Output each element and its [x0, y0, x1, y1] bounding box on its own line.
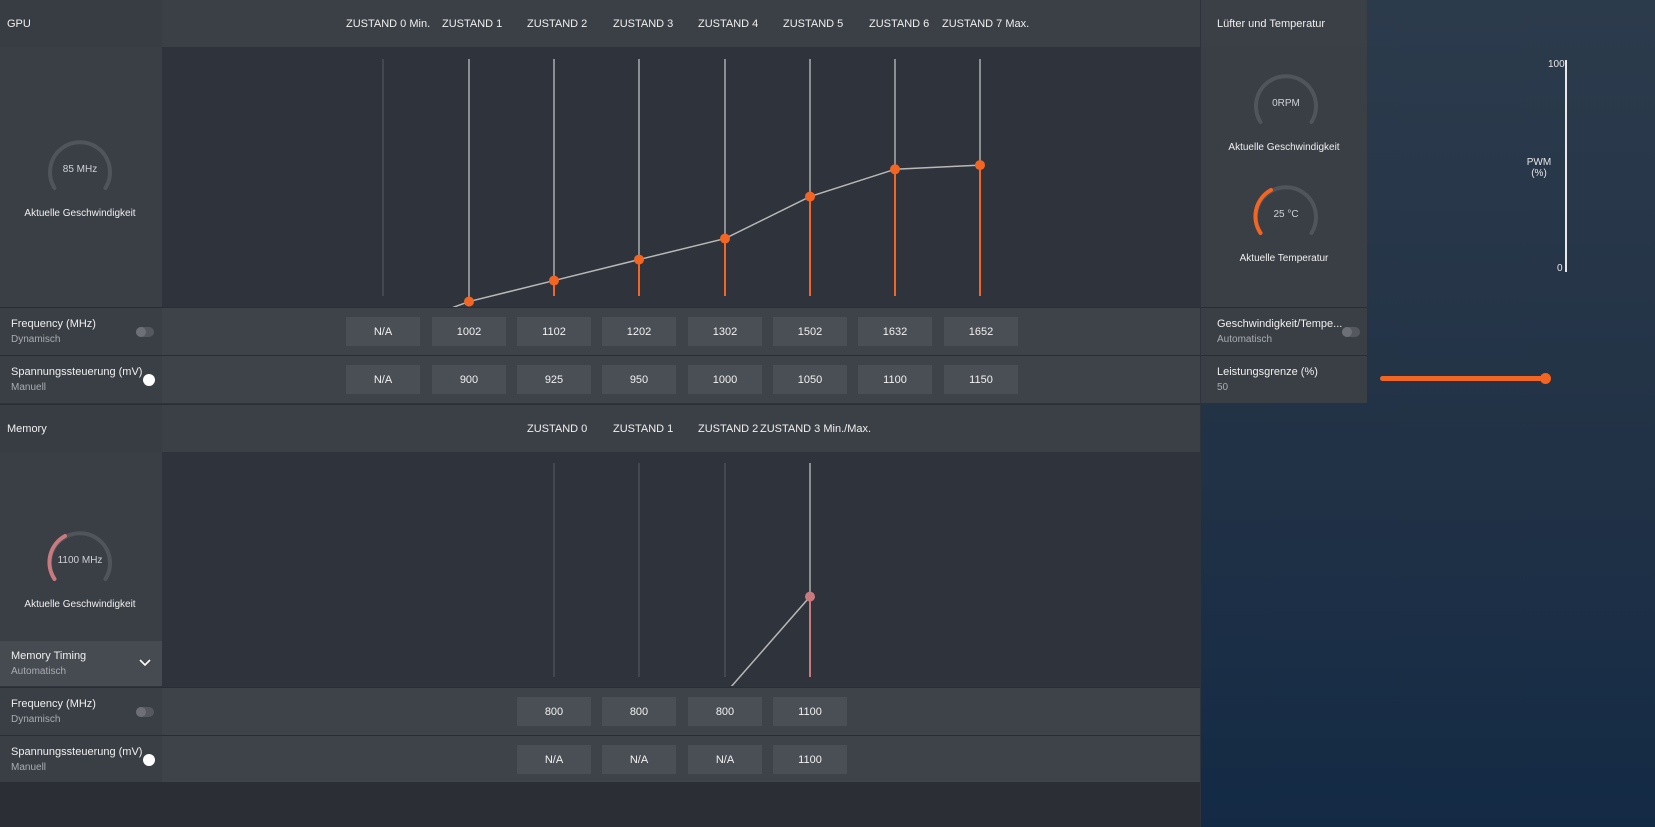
- fan-control-label: Geschwindigkeit/Tempe...: [1217, 318, 1343, 330]
- memory-frequency-value-3[interactable]: 1100: [773, 697, 847, 726]
- memory-voltage-mode: Manuell: [11, 762, 47, 773]
- memory-state-label-2: ZUSTAND 2: [698, 423, 759, 435]
- gpu-frequency-value-1[interactable]: 1002: [432, 317, 506, 346]
- gpu-voltage-value-3[interactable]: 950: [602, 365, 676, 394]
- memory-point-3: [805, 591, 815, 602]
- memory-voltage-label: Spannungssteuerung (mV): [11, 746, 143, 758]
- gpu-point-7: [975, 160, 985, 171]
- gpu-title: GPU: [7, 18, 31, 30]
- memory-frequency-row: Frequency (MHz) Dynamisch 800 800 800 11…: [0, 687, 1200, 735]
- gpu-state-label-1: ZUSTAND 1: [442, 18, 503, 30]
- gpu-state-label-7: ZUSTAND 7 Max.: [942, 18, 1030, 30]
- gpu-state-label-2: ZUSTAND 2: [527, 18, 588, 30]
- gpu-header: GPU ZUSTAND 0 Min. ZUSTAND 1 ZUSTAND 2 Z…: [0, 0, 1200, 47]
- gpu-frequency-mode: Dynamisch: [11, 334, 61, 345]
- gpu-gauge-label: Aktuelle Geschwindigkeit: [24, 208, 136, 219]
- gpu-frequency-value-7[interactable]: 1652: [944, 317, 1018, 346]
- power-limit-slider[interactable]: [1380, 373, 1551, 384]
- gpu-voltage-toggle[interactable]: [143, 374, 155, 386]
- gpu-voltage-value-5[interactable]: 1050: [773, 365, 847, 394]
- memory-state-label-0: ZUSTAND 0: [527, 423, 588, 435]
- memory-voltage-value-0[interactable]: N/A: [517, 745, 591, 774]
- gpu-frequency-value-4[interactable]: 1302: [688, 317, 762, 346]
- gpu-voltage-value-2[interactable]: 925: [517, 365, 591, 394]
- gpu-voltage-value-1[interactable]: 900: [432, 365, 506, 394]
- memory-title: Memory: [7, 423, 47, 435]
- gpu-voltage-value-7[interactable]: 1150: [944, 365, 1018, 394]
- power-limit-row: Leistungsgrenze (%) 50: [1201, 355, 1367, 403]
- gpu-point-1: [464, 296, 474, 307]
- memory-frequency-toggle[interactable]: [136, 707, 154, 717]
- gpu-voltage-row: Spannungssteuerung (mV) Manuell N/A 900 …: [0, 355, 1200, 403]
- memory-timing-dropdown[interactable]: Memory Timing Automatisch: [0, 641, 162, 686]
- gpu-frequency-label: Frequency (MHz): [11, 318, 96, 330]
- fan-control-toggle[interactable]: [1342, 327, 1360, 337]
- gpu-voltage-label: Spannungssteuerung (mV): [11, 366, 143, 378]
- gpu-point-5: [805, 191, 815, 202]
- pwm-min-label: 0: [1557, 263, 1563, 274]
- gpu-frequency-chart: [382, 59, 985, 307]
- memory-gauge-label: Aktuelle Geschwindigkeit: [24, 599, 136, 610]
- gpu-gauge-panel: 85 MHz Aktuelle Geschwindigkeit: [0, 47, 162, 307]
- fan-title: Lüfter und Temperatur: [1217, 18, 1326, 30]
- gpu-state-label-4: ZUSTAND 4: [698, 18, 759, 30]
- gpu-state-label-0: ZUSTAND 0 Min.: [346, 18, 431, 30]
- gpu-state-label-6: ZUSTAND 6: [869, 18, 930, 30]
- pwm-axis-label: PWM (%): [1526, 157, 1552, 179]
- memory-state-label-1: ZUSTAND 1: [613, 423, 674, 435]
- gpu-voltage-mode: Manuell: [11, 382, 47, 393]
- fan-gauge-panel: 0RPM Aktuelle Geschwindigkeit 25 °C Aktu…: [1201, 47, 1367, 307]
- memory-voltage-row: Spannungssteuerung (mV) Manuell N/A N/A …: [0, 735, 1200, 783]
- gpu-frequency-value-5[interactable]: 1502: [773, 317, 847, 346]
- gpu-frequency-value-6[interactable]: 1632: [858, 317, 932, 346]
- gpu-point-6: [890, 164, 900, 175]
- memory-frequency-chart: [553, 463, 815, 686]
- gpu-voltage-value-0[interactable]: N/A: [346, 365, 420, 394]
- gpu-frequency-value-3[interactable]: 1202: [602, 317, 676, 346]
- memory-voltage-toggle[interactable]: [143, 754, 155, 766]
- gpu-voltage-value-6[interactable]: 1100: [858, 365, 932, 394]
- gpu-state-label-3: ZUSTAND 3: [613, 18, 674, 30]
- gpu-point-3: [634, 254, 644, 265]
- memory-state-label-3: ZUSTAND 3 Min./Max.: [760, 423, 872, 435]
- gpu-frequency-value-0[interactable]: N/A: [346, 317, 420, 346]
- gpu-frequency-toggle[interactable]: [136, 327, 154, 337]
- memory-header: Memory ZUSTAND 0 ZUSTAND 1 ZUSTAND 2 ZUS…: [0, 404, 1200, 452]
- memory-voltage-value-2[interactable]: N/A: [688, 745, 762, 774]
- pwm-max-label: 100: [1548, 59, 1565, 70]
- pwm-axis: [1565, 60, 1567, 272]
- bottom-strip: [0, 782, 1200, 827]
- memory-series-line: [730, 596, 811, 686]
- fan-control-row: Geschwindigkeit/Tempe... Automatisch: [1201, 307, 1367, 355]
- memory-timing-label: Memory Timing: [11, 650, 87, 662]
- gpu-point-4: [720, 233, 730, 244]
- memory-voltage-value-3[interactable]: 1100: [773, 745, 847, 774]
- fan-speed-value: 0RPM: [1272, 98, 1300, 109]
- gpu-voltage-value-4[interactable]: 1000: [688, 365, 762, 394]
- memory-frequency-value-0[interactable]: 800: [517, 697, 591, 726]
- memory-gauge-panel: 1100 MHz Aktuelle Geschwindigkeit: [0, 452, 162, 641]
- gpu-point-2: [549, 275, 559, 286]
- memory-frequency-value-1[interactable]: 800: [602, 697, 676, 726]
- power-limit-slider-thumb[interactable]: [1540, 373, 1551, 384]
- gpu-state-label-5: ZUSTAND 5: [783, 18, 844, 30]
- gpu-series-line: [452, 164, 981, 307]
- gpu-frequency-row: Frequency (MHz) Dynamisch N/A 1002 1102 …: [0, 307, 1200, 355]
- gpu-frequency-value-2[interactable]: 1102: [517, 317, 591, 346]
- power-limit-value: 50: [1217, 382, 1229, 393]
- temperature-label: Aktuelle Temperatur: [1239, 253, 1329, 264]
- memory-frequency-mode: Dynamisch: [11, 714, 61, 725]
- memory-gauge-value: 1100 MHz: [57, 555, 103, 566]
- temperature-value: 25 °C: [1273, 209, 1299, 220]
- chevron-down-icon[interactable]: [138, 658, 152, 668]
- gpu-gauge-value: 85 MHz: [62, 164, 98, 175]
- memory-voltage-value-1[interactable]: N/A: [602, 745, 676, 774]
- memory-frequency-value-2[interactable]: 800: [688, 697, 762, 726]
- fan-speed-label: Aktuelle Geschwindigkeit: [1228, 142, 1340, 153]
- memory-timing-mode: Automatisch: [11, 666, 67, 677]
- fan-control-mode: Automatisch: [1217, 334, 1273, 345]
- fan-header: Lüfter und Temperatur: [1201, 0, 1367, 47]
- power-limit-label: Leistungsgrenze (%): [1217, 366, 1318, 378]
- memory-frequency-label: Frequency (MHz): [11, 698, 96, 710]
